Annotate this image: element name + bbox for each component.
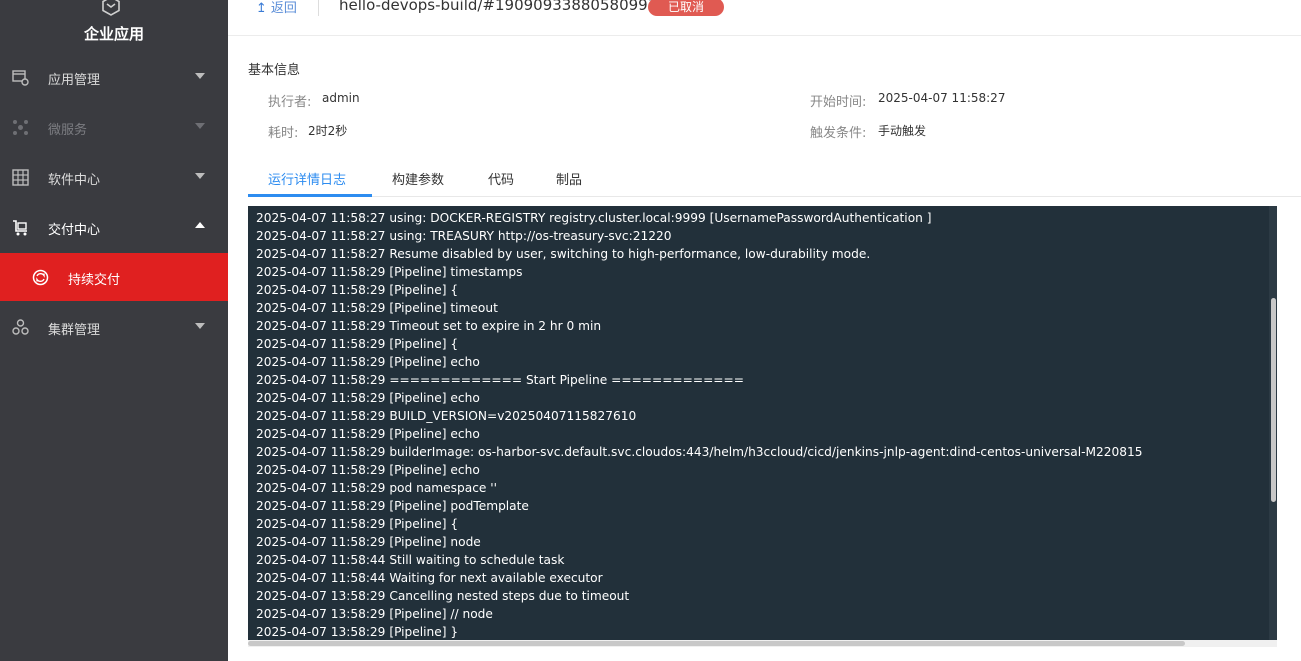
active-tab-indicator — [248, 194, 372, 197]
log-line: 2025-04-07 13:58:29 [Pipeline] } — [256, 625, 459, 639]
tab-run-log[interactable]: 运行详情日志 — [268, 169, 346, 188]
log-line: 2025-04-07 11:58:29 [Pipeline] echo — [256, 463, 480, 477]
log-line: 2025-04-07 11:58:29 [Pipeline] { — [256, 337, 459, 351]
header-divider — [318, 0, 319, 16]
log-line: 2025-04-07 11:58:29 ============= Start … — [256, 373, 744, 387]
status-badge: 已取消 — [648, 0, 724, 16]
trigger-label: 触发条件: — [810, 126, 867, 141]
log-line: 2025-04-07 11:58:29 [Pipeline] podTempla… — [256, 499, 529, 513]
log-line: 2025-04-07 11:58:27 using: TREASURY http… — [256, 229, 672, 243]
microservice-icon — [13, 120, 28, 135]
duration-label: 耗时: — [268, 126, 299, 141]
log-line: 2025-04-07 11:58:29 [Pipeline] echo — [256, 355, 480, 369]
sidebar-item-microservice[interactable]: 微服务 — [0, 104, 228, 150]
header-bar: ↥ 返回 hello-devops-build/#1909093388058099… — [228, 0, 1301, 36]
log-line: 2025-04-07 11:58:29 [Pipeline] node — [256, 535, 481, 549]
sidebar-item-label: 应用管理 — [48, 73, 101, 88]
log-line: 2025-04-07 11:58:29 [Pipeline] timeout — [256, 301, 498, 315]
sidebar-item-label: 集群管理 — [48, 323, 101, 338]
log-line: 2025-04-07 11:58:44 Waiting for next ava… — [256, 571, 603, 585]
vertical-scrollbar[interactable] — [1269, 206, 1277, 640]
brand: 企业应用 — [0, 0, 228, 52]
log-line: 2025-04-07 13:58:29 [Pipeline] // node — [256, 607, 493, 621]
sidebar-item-delivery-center[interactable]: 交付中心 — [0, 204, 228, 250]
detail-tabs: 运行详情日志 构建参数 代码 制品 — [248, 160, 1301, 197]
tab-artifacts[interactable]: 制品 — [556, 169, 582, 188]
log-line: 2025-04-07 11:58:29 builderImage: os-har… — [256, 445, 1143, 459]
log-line: 2025-04-07 11:58:29 Timeout set to expir… — [256, 319, 602, 333]
log-lines: 2025-04-07 11:58:27 using: DOCKER-REGIST… — [256, 209, 1265, 640]
executor-label: 执行者: — [268, 95, 312, 110]
grid-icon — [12, 169, 29, 186]
chevron-down-icon — [195, 123, 205, 129]
log-line: 2025-04-07 13:58:29 Cancelling nested st… — [256, 589, 630, 603]
basic-info-title: 基本信息 — [248, 63, 301, 78]
log-line: 2025-04-07 11:58:44 Still waiting to sch… — [256, 553, 565, 567]
trigger-value: 手动触发 — [878, 124, 927, 138]
sidebar-item-label: 持续交付 — [68, 273, 121, 288]
horizontal-scrollbar-thumb[interactable] — [248, 641, 1185, 646]
start-time-label: 开始时间: — [810, 95, 867, 110]
app-logo-icon — [102, 0, 120, 16]
sidebar-item-label: 软件中心 — [48, 173, 101, 188]
build-title: hello-devops-build/#1909093388058099712 — [339, 0, 677, 14]
sidebar: 企业应用 应用管理 微服务 软件中心 交付中心 持续交付 集群管理 — [0, 0, 228, 661]
log-line: 2025-04-07 11:58:29 [Pipeline] { — [256, 517, 459, 531]
chevron-up-icon — [195, 222, 205, 228]
sidebar-item-label: 交付中心 — [48, 223, 101, 238]
log-line: 2025-04-07 11:58:29 [Pipeline] timestamp… — [256, 265, 523, 279]
log-line: 2025-04-07 11:58:27 Resume disabled by u… — [256, 247, 871, 261]
chevron-down-icon — [195, 73, 205, 79]
log-line: 2025-04-07 11:58:29 pod namespace '' — [256, 481, 498, 495]
app-title: 企业应用 — [83, 25, 144, 43]
sidebar-item-app-management[interactable]: 应用管理 — [0, 54, 228, 100]
arrow-up-icon: ↥ — [256, 1, 267, 16]
sidebar-item-label: 微服务 — [48, 123, 88, 138]
log-line: 2025-04-07 11:58:27 using: DOCKER-REGIST… — [256, 211, 932, 225]
tab-build-params[interactable]: 构建参数 — [392, 169, 444, 188]
horizontal-scrollbar[interactable] — [248, 640, 1277, 647]
duration-value: 2时2秒 — [308, 124, 348, 138]
app-gear-icon — [12, 70, 29, 86]
chevron-down-icon — [195, 173, 205, 179]
sidebar-item-continuous-delivery[interactable]: 持续交付 — [0, 253, 228, 301]
back-button[interactable]: ↥ 返回 — [256, 0, 297, 16]
log-line: 2025-04-07 11:58:29 [Pipeline] echo — [256, 391, 480, 405]
refresh-cycle-icon — [32, 269, 49, 286]
chevron-down-icon — [195, 323, 205, 329]
log-line: 2025-04-07 11:58:29 [Pipeline] { — [256, 283, 459, 297]
start-time-value: 2025-04-07 11:58:27 — [878, 91, 1006, 105]
delivery-cart-icon — [13, 220, 27, 236]
main-content: ↥ 返回 hello-devops-build/#1909093388058099… — [228, 0, 1301, 661]
log-line: 2025-04-07 11:58:29 BUILD_VERSION=v20250… — [256, 409, 637, 423]
executor-value: admin — [322, 91, 360, 105]
log-line: 2025-04-07 11:58:29 [Pipeline] echo — [256, 427, 480, 441]
back-label: 返回 — [270, 1, 297, 16]
tab-code[interactable]: 代码 — [488, 169, 514, 188]
log-panel[interactable]: 2025-04-07 11:58:27 using: DOCKER-REGIST… — [248, 206, 1277, 640]
sidebar-item-software-center[interactable]: 软件中心 — [0, 154, 228, 200]
cluster-icon — [12, 319, 29, 335]
sidebar-item-cluster-management[interactable]: 集群管理 — [0, 304, 228, 350]
vertical-scrollbar-thumb[interactable] — [1271, 298, 1276, 502]
